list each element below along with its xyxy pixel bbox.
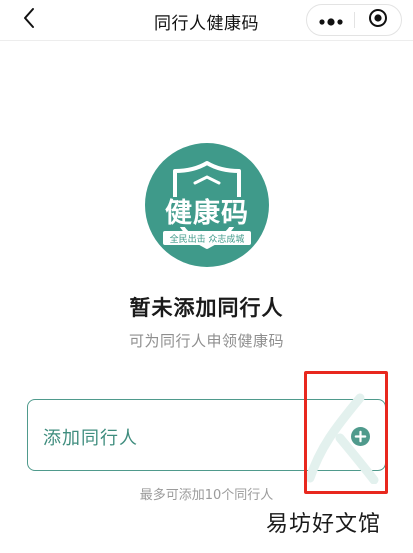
mini-program-close-icon (368, 8, 388, 32)
more-dots-icon (318, 11, 344, 30)
empty-state-subtitle: 可为同行人申领健康码 (128, 332, 284, 350)
add-companion-card[interactable]: 添加同行人 (27, 393, 386, 485)
add-companion-label: 添加同行人 (43, 428, 138, 449)
site-watermark: 易坊好文馆 (266, 512, 382, 537)
health-code-logo: 健康码 全民出击 众志成城 (145, 143, 269, 267)
close-button[interactable] (355, 5, 401, 35)
more-button[interactable] (307, 5, 354, 35)
companion-limit-note: 最多可添加10个同行人 (139, 488, 274, 503)
navbar-divider (0, 40, 413, 41)
top-navbar: 同行人健康码 (0, 0, 413, 40)
logo-slogan: 全民出击 众志成城 (170, 233, 245, 245)
plus-circle-icon[interactable] (351, 427, 370, 446)
mini-program-capsule (306, 4, 402, 36)
empty-state-title: 暂未添加同行人 (129, 296, 284, 320)
logo-main-text: 健康码 (165, 197, 249, 229)
